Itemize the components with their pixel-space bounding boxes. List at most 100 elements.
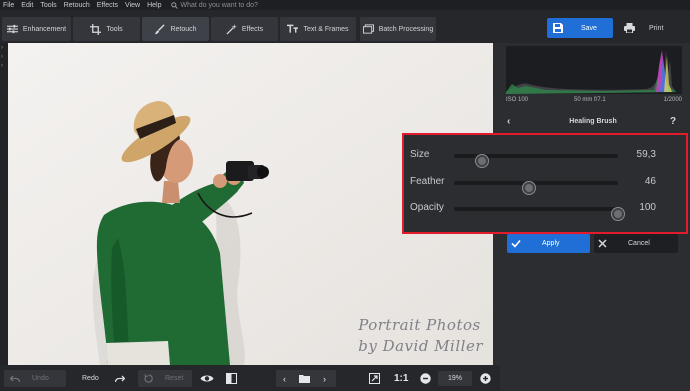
redo-icon xyxy=(114,375,125,382)
eye-icon xyxy=(200,375,214,382)
exif-iso: ISO 100 xyxy=(506,97,529,103)
printer-icon xyxy=(624,23,635,33)
feather-slider[interactable] xyxy=(454,181,618,194)
redo-button[interactable]: Redo xyxy=(70,370,132,387)
tab-label: Batch Processing xyxy=(378,25,434,33)
size-slider-row: Size 59,3 xyxy=(404,148,686,167)
exif-shutter: 1/2000 xyxy=(663,97,682,103)
size-slider-thumb[interactable] xyxy=(475,155,488,167)
tab-label: Effects xyxy=(241,25,264,33)
chevron-right-icon: › xyxy=(1,63,3,69)
reset-button[interactable]: Reset xyxy=(138,370,192,387)
menu-file[interactable]: File xyxy=(3,2,14,9)
print-label: Print xyxy=(649,24,664,32)
chevron-right-icon: › xyxy=(1,45,3,51)
apply-label: Apply xyxy=(542,240,560,247)
save-label: Save xyxy=(581,24,597,32)
zoom-actual-size-label: 1:1 xyxy=(394,373,409,384)
fit-screen-icon xyxy=(369,373,380,384)
fit-screen-button[interactable] xyxy=(369,370,383,387)
tab-label: Enhancement xyxy=(22,25,67,33)
print-button[interactable]: Print xyxy=(620,18,680,38)
size-value: 59,3 xyxy=(636,149,656,160)
opacity-slider[interactable] xyxy=(454,207,624,220)
search-icon xyxy=(170,1,178,9)
bottom-toolbar: Undo Redo Reset ‹ › 1:1 19% xyxy=(0,365,500,391)
tab-enhancement[interactable]: Enhancement xyxy=(2,17,71,41)
tool-title: Healing Brush xyxy=(569,118,617,125)
histogram xyxy=(506,46,682,94)
search-box[interactable]: What do you want to do? xyxy=(170,1,258,9)
menu-view[interactable]: View xyxy=(125,2,140,9)
undo-icon xyxy=(10,375,20,382)
crop-icon xyxy=(90,23,102,35)
menu-tools[interactable]: Tools xyxy=(40,2,56,9)
tab-label: Retouch xyxy=(170,25,197,33)
opacity-label: Opacity xyxy=(410,202,444,213)
save-button[interactable]: Save xyxy=(547,18,613,38)
tab-tools[interactable]: Tools xyxy=(73,17,140,41)
feather-label: Feather xyxy=(410,176,445,187)
zoom-actual-size-button[interactable]: 1:1 xyxy=(394,370,410,387)
save-icon xyxy=(553,23,563,33)
batch-icon xyxy=(362,24,374,34)
watermark-line-1: Portrait Photos xyxy=(358,316,481,334)
brush-settings: Size 59,3 Feather 46 Opacity 100 xyxy=(402,133,688,234)
tab-label: Text & Frames xyxy=(303,25,349,33)
exif-info: ISO 100 50 mm f/7.1 1/2000 xyxy=(506,95,682,107)
tool-header: ‹ Healing Brush ? xyxy=(500,115,690,129)
left-collapse-strip[interactable]: › › › xyxy=(0,43,8,365)
menu-help[interactable]: Help xyxy=(147,2,161,9)
tab-batch-processing[interactable]: Batch Processing xyxy=(360,17,436,41)
help-icon[interactable]: ? xyxy=(670,116,676,127)
menu-edit[interactable]: Edit xyxy=(21,2,33,9)
feather-value: 46 xyxy=(644,176,656,187)
feather-slider-row: Feather 46 xyxy=(404,175,686,194)
compare-button[interactable] xyxy=(226,370,240,387)
undo-label: Undo xyxy=(32,375,49,382)
watermark-line-2: by David Miller xyxy=(358,337,483,355)
main-toolbar: Enhancement Tools Retouch Effects Text &… xyxy=(0,10,690,43)
reset-label: Reset xyxy=(165,375,184,382)
opacity-slider-thumb[interactable] xyxy=(612,208,624,220)
app-window: File Edit Tools Retouch Effects View Hel… xyxy=(0,0,690,391)
tab-effects[interactable]: Effects xyxy=(211,17,278,41)
navigation-group: ‹ › xyxy=(276,370,336,387)
compare-icon xyxy=(226,373,237,384)
menu-effects[interactable]: Effects xyxy=(97,2,118,9)
cancel-label: Cancel xyxy=(628,240,650,247)
size-slider[interactable] xyxy=(454,154,618,167)
preview-eye-button[interactable] xyxy=(200,370,216,387)
tab-retouch[interactable]: Retouch xyxy=(142,17,209,41)
sliders-icon xyxy=(6,24,18,34)
size-label: Size xyxy=(410,149,430,160)
undo-button[interactable]: Undo xyxy=(4,370,66,387)
menu-bar: File Edit Tools Retouch Effects View Hel… xyxy=(0,0,690,10)
search-placeholder: What do you want to do? xyxy=(180,1,258,9)
zoom-in-icon xyxy=(480,373,491,384)
chevron-left-icon[interactable]: ‹ xyxy=(283,374,286,384)
text-icon xyxy=(287,24,299,33)
folder-icon[interactable] xyxy=(299,374,310,383)
check-icon xyxy=(511,239,521,248)
exif-lens: 50 mm f/7.1 xyxy=(574,97,606,103)
chevron-right-icon: › xyxy=(1,54,3,60)
tab-text-frames[interactable]: Text & Frames xyxy=(280,17,356,41)
zoom-out-button[interactable] xyxy=(420,370,432,387)
feather-slider-thumb[interactable] xyxy=(523,182,536,194)
brush-icon xyxy=(155,23,166,34)
opacity-value: 100 xyxy=(639,202,656,213)
cancel-button[interactable]: Cancel xyxy=(594,234,678,253)
opacity-slider-row: Opacity 100 xyxy=(404,201,686,220)
tab-label: Tools xyxy=(106,25,123,33)
apply-button[interactable]: Apply xyxy=(507,234,590,253)
zoom-percent: 19% xyxy=(447,375,462,382)
close-icon xyxy=(598,239,607,248)
watermark: Portrait Photos by David Miller xyxy=(358,315,483,357)
zoom-value[interactable]: 19% xyxy=(438,371,472,386)
reset-icon xyxy=(144,374,153,383)
menu-retouch[interactable]: Retouch xyxy=(64,2,90,9)
zoom-in-button[interactable] xyxy=(480,370,492,387)
chevron-right-icon[interactable]: › xyxy=(323,374,326,384)
magic-icon xyxy=(226,23,237,35)
